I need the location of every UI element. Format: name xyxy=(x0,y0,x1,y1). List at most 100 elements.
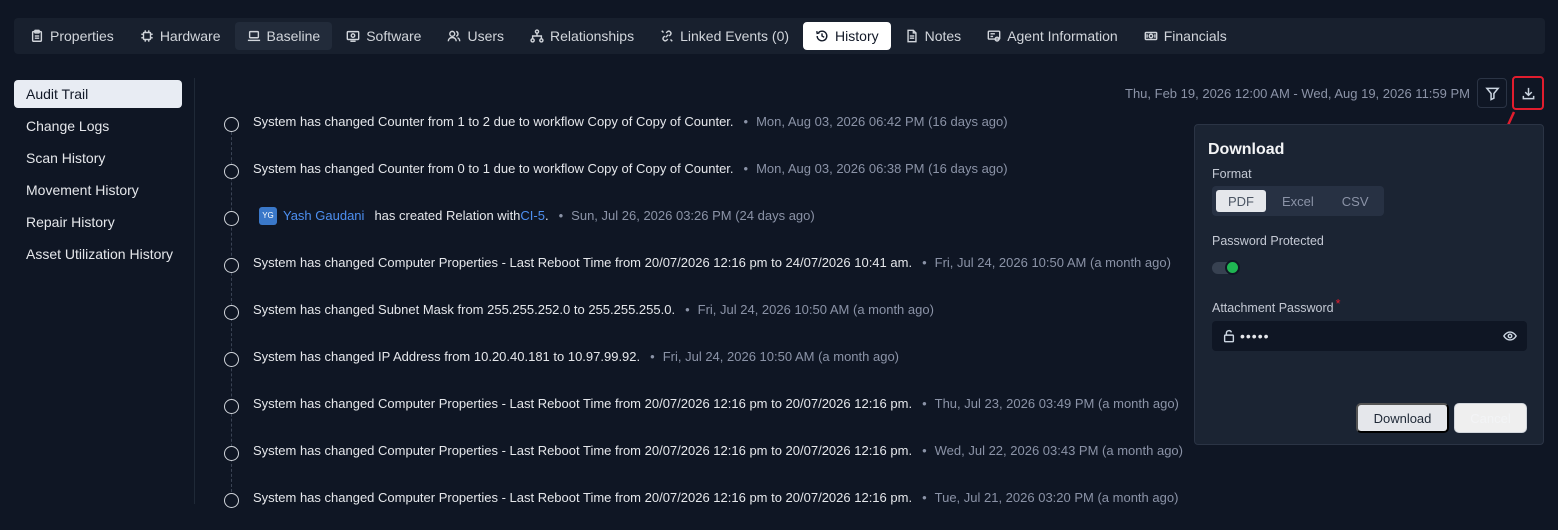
entry-time: Sun, Jul 26, 2026 03:26 PM (24 days ago) xyxy=(571,208,815,223)
entry-text: System has changed Computer Properties -… xyxy=(253,255,913,270)
tab-bar: Properties Hardware Baseline Software Us… xyxy=(14,18,1545,54)
eye-icon[interactable] xyxy=(1503,329,1517,343)
relation-link[interactable]: CI-5 xyxy=(520,208,545,223)
tab-label: Notes xyxy=(924,28,962,44)
format-selector: PDF Excel CSV xyxy=(1212,186,1384,216)
clipboard-icon xyxy=(31,29,43,42)
tab-notes[interactable]: Notes xyxy=(893,22,974,50)
timeline-entry: System has changed Counter from 0 to 1 d… xyxy=(224,145,1184,192)
attachment-password-label: Attachment Password * xyxy=(1212,297,1340,315)
format-option-csv[interactable]: CSV xyxy=(1330,190,1381,212)
lock-icon xyxy=(1223,329,1235,343)
bullet-separator: • xyxy=(922,443,927,458)
filter-icon xyxy=(1484,87,1500,101)
sidenav-item-change-logs[interactable]: Change Logs xyxy=(14,112,182,140)
entry-time: Fri, Jul 24, 2026 10:50 AM (a month ago) xyxy=(662,349,900,364)
divider xyxy=(194,78,195,504)
attachment-password-text: Attachment Password xyxy=(1212,301,1334,315)
tab-users[interactable]: Users xyxy=(435,22,516,50)
entry-time: Thu, Jul 23, 2026 03:49 PM (a month ago) xyxy=(934,396,1179,411)
timeline-dot xyxy=(224,352,239,367)
timeline-entry: System has changed Counter from 1 to 2 d… xyxy=(224,98,1184,145)
required-mark: * xyxy=(1335,297,1341,311)
tab-label: Hardware xyxy=(159,28,221,44)
timeline-dot xyxy=(224,117,239,132)
document-icon xyxy=(906,29,917,43)
entry-period: . xyxy=(544,208,549,223)
download-icon xyxy=(1522,87,1534,99)
agent-icon xyxy=(987,30,1001,42)
tab-properties[interactable]: Properties xyxy=(18,22,126,50)
bullet-separator: • xyxy=(922,255,927,270)
toggle-knob xyxy=(1225,260,1240,275)
tab-relationships[interactable]: Relationships xyxy=(518,22,646,50)
money-icon xyxy=(1144,31,1158,41)
hierarchy-icon xyxy=(530,29,544,43)
sidenav-item-scan-history[interactable]: Scan History xyxy=(14,144,182,172)
tab-history[interactable]: History xyxy=(803,22,891,50)
tab-hardware[interactable]: Hardware xyxy=(128,22,233,50)
download-submit-button[interactable]: Download xyxy=(1356,403,1449,433)
password-protected-toggle[interactable] xyxy=(1212,260,1240,275)
cancel-button[interactable]: Cancel xyxy=(1454,403,1527,433)
sidenav-item-audit-trail[interactable]: Audit Trail xyxy=(14,80,182,108)
bullet-separator: • xyxy=(685,302,690,317)
laptop-icon xyxy=(247,30,260,42)
filter-button[interactable] xyxy=(1477,78,1507,108)
format-option-excel[interactable]: Excel xyxy=(1270,190,1326,212)
sidenav-item-repair-history[interactable]: Repair History xyxy=(14,208,182,236)
password-protected-label: Password Protected xyxy=(1212,234,1324,248)
panel-title: Download xyxy=(1208,141,1285,158)
sidenav-item-movement-history[interactable]: Movement History xyxy=(14,176,182,204)
entry-text: System has changed Computer Properties -… xyxy=(253,490,913,505)
timeline-dot xyxy=(224,399,239,414)
timeline-entry: System has changed IP Address from 10.20… xyxy=(224,333,1184,380)
timeline-entry: System has changed Computer Properties -… xyxy=(224,427,1184,474)
attachment-password-field[interactable]: ••••• xyxy=(1212,321,1527,351)
bullet-separator: • xyxy=(558,208,564,223)
tab-label: Properties xyxy=(50,28,114,44)
timeline-dot xyxy=(224,258,239,273)
timeline-dot xyxy=(224,446,239,461)
tab-baseline[interactable]: Baseline xyxy=(234,22,333,50)
tab-financials[interactable]: Financials xyxy=(1132,22,1239,50)
tab-label: Software xyxy=(366,28,422,44)
user-link[interactable]: Yash Gaudani xyxy=(283,208,364,223)
timeline-dot xyxy=(224,493,239,508)
tab-label: Financials xyxy=(1163,28,1227,44)
format-option-pdf[interactable]: PDF xyxy=(1216,190,1266,212)
entry-text: System has changed Counter from 0 to 1 d… xyxy=(253,161,734,176)
tab-label: Agent Information xyxy=(1007,28,1118,44)
bullet-separator: • xyxy=(922,490,927,505)
timeline-dot xyxy=(224,164,239,179)
bullet-separator: • xyxy=(650,349,655,364)
entry-text: System has changed Computer Properties -… xyxy=(253,443,913,458)
bullet-separator: • xyxy=(743,114,749,129)
tab-software[interactable]: Software xyxy=(334,22,433,50)
timeline-entry: System has changed Computer Properties -… xyxy=(224,239,1184,286)
timeline-entry: System has changed Computer Properties -… xyxy=(224,474,1184,521)
software-icon xyxy=(346,30,360,42)
entry-time: Fri, Jul 24, 2026 10:50 AM (a month ago) xyxy=(934,255,1171,270)
bullet-separator: • xyxy=(743,161,749,176)
history-sidenav: Audit Trail Change Logs Scan History Mov… xyxy=(14,80,182,272)
download-button[interactable] xyxy=(1512,76,1544,110)
tab-label: Relationships xyxy=(550,28,635,44)
entry-text: System has changed Counter from 1 to 2 d… xyxy=(253,114,734,129)
entry-time: Mon, Aug 03, 2026 06:42 PM (16 days ago) xyxy=(756,114,1008,129)
chip-icon xyxy=(141,30,153,42)
link-icon xyxy=(661,30,673,42)
timeline-dot xyxy=(224,211,239,226)
entry-time: Tue, Jul 21, 2026 03:20 PM (a month ago) xyxy=(934,490,1179,505)
timeline-entry: YG Yash Gaudani has created Relation wit… xyxy=(224,192,1184,239)
timeline-entry: System has changed Subnet Mask from 255.… xyxy=(224,286,1184,333)
avatar: YG xyxy=(259,206,277,225)
entry-text: System has changed Computer Properties -… xyxy=(253,396,913,411)
tab-linked-events[interactable]: Linked Events (0) xyxy=(648,22,801,50)
tab-agent-information[interactable]: Agent Information xyxy=(975,22,1130,50)
sidenav-item-asset-utilization-history[interactable]: Asset Utilization History xyxy=(14,240,182,268)
history-icon xyxy=(816,30,828,42)
entry-text: System has changed Subnet Mask from 255.… xyxy=(253,302,676,317)
bullet-separator: • xyxy=(922,396,927,411)
tab-label: Users xyxy=(467,28,505,44)
